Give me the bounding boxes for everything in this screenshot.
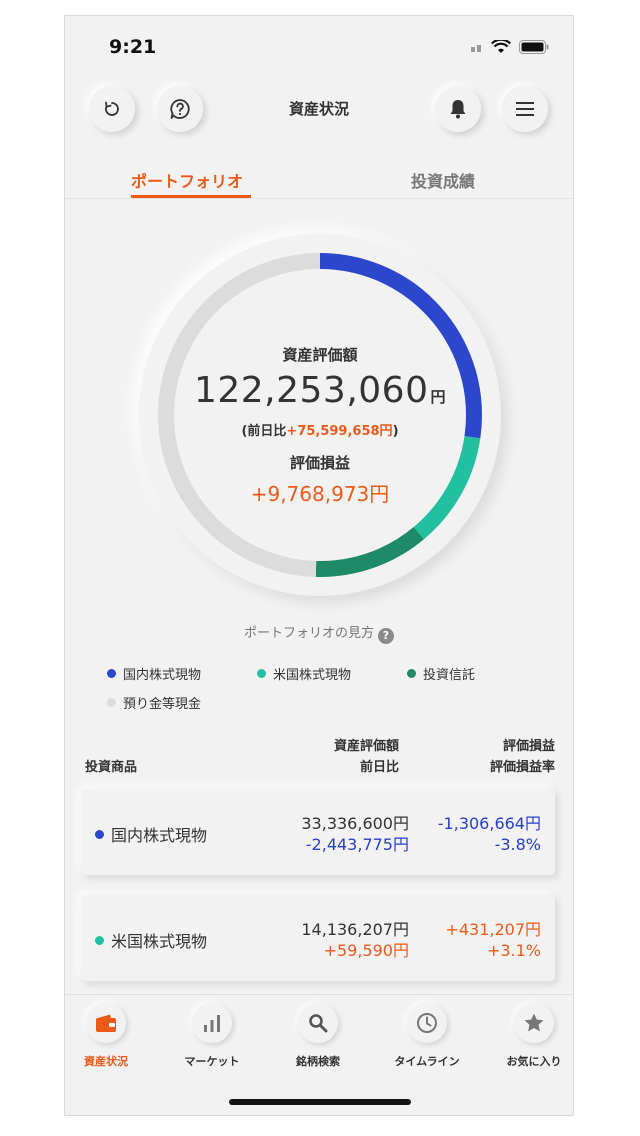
prev-day-line: (前日比+75,599,658円) — [139, 420, 501, 439]
valuation-value: 122,253,060 — [193, 370, 429, 411]
row-gain: -1,306,664円 — [437, 814, 541, 833]
status-bar: 9:21 — [65, 16, 573, 76]
row-gain: +431,207円 — [445, 920, 541, 939]
nav-label: マーケット — [184, 1055, 240, 1068]
legend-item-domestic-stock: 国内株式現物 — [107, 664, 201, 683]
donut-svg — [158, 253, 482, 577]
bell-icon — [450, 100, 466, 119]
star-icon — [524, 1013, 544, 1032]
legend-label: 預り金等現金 — [123, 697, 202, 712]
row-gain-col: -1,306,664円 -3.8% — [438, 813, 541, 855]
legend-dot — [107, 669, 116, 678]
portfolio-donut-chart: 資産評価額 122,253,060 円 (前日比+75,599,658円) 評価損… — [139, 234, 501, 596]
row-name: 国内株式現物 — [95, 822, 207, 846]
table-header-product: 投資商品 — [85, 760, 138, 775]
row-gain-rate: -3.8% — [494, 835, 541, 854]
legend-label: 国内株式現物 — [123, 668, 202, 683]
menu-button[interactable] — [502, 86, 548, 132]
status-time: 9:21 — [109, 36, 157, 58]
header-gain: 評価損益 — [502, 739, 555, 754]
bottom-navigation: 資産状況 マーケット 銘柄検索 タイムライン お気に入り — [65, 994, 573, 1115]
status-indicators — [471, 40, 549, 54]
nav-assets[interactable]: 資産状況 — [65, 1003, 157, 1069]
table-row[interactable]: 米国株式現物 14,136,207円 +59,590円 +431,207円 +3… — [81, 895, 555, 981]
row-dot — [95, 829, 104, 839]
row-gain-rate: +3.1% — [486, 941, 541, 960]
valuation-unit: 円 — [430, 388, 447, 406]
wallet-icon — [96, 1014, 116, 1032]
tab-portfolio[interactable]: ポートフォリオ — [131, 168, 243, 192]
legend-item-investment-trust: 投資信託 — [407, 664, 475, 683]
signal-icon — [471, 45, 481, 52]
nav-market[interactable]: マーケット — [161, 1003, 263, 1069]
legend-dot — [107, 698, 116, 707]
header-prev-day: 前日比 — [359, 760, 399, 775]
header-gain-rate: 評価損益率 — [489, 760, 555, 775]
tab-performance[interactable]: 投資成績 — [411, 168, 475, 192]
notifications-button[interactable] — [435, 86, 481, 132]
home-indicator — [229, 1099, 411, 1105]
row-name: 米国株式現物 — [95, 928, 207, 952]
nav-icon-wrap — [192, 1003, 232, 1043]
nav-icon-wrap — [514, 1003, 554, 1043]
row-prev-day: -2,443,775円 — [305, 835, 409, 854]
search-icon — [309, 1014, 328, 1033]
legend-dot — [257, 669, 266, 678]
table-header-valuation: 資産評価額 前日比 — [334, 736, 399, 778]
table-row[interactable]: 国内株式現物 33,336,600円 -2,443,775円 -1,306,66… — [81, 789, 555, 875]
table-header-gain: 評価損益 評価損益率 — [490, 736, 555, 778]
nav-icon-wrap — [407, 1003, 447, 1043]
clock-icon — [417, 1013, 437, 1033]
nav-favorites[interactable]: お気に入り — [483, 1003, 573, 1069]
row-gain-col: +431,207円 +3.1% — [445, 919, 541, 961]
legend-dot — [407, 669, 416, 678]
hamburger-menu-icon — [516, 102, 534, 116]
legend-label: 米国株式現物 — [273, 668, 352, 683]
bar-chart-icon — [204, 1015, 220, 1032]
nav-label: 銘柄検索 — [296, 1055, 340, 1068]
nav-icon-wrap — [298, 1003, 338, 1043]
nav-label: お気に入り — [506, 1055, 562, 1068]
howto-label: ポートフォリオの見方 — [243, 626, 374, 641]
row-valuation-col: 14,136,207円 +59,590円 — [301, 919, 409, 961]
nav-search[interactable]: 銘柄検索 — [267, 1003, 369, 1069]
row-dot — [95, 935, 104, 945]
nav-label: 資産状況 — [84, 1055, 128, 1068]
tab-bar: ポートフォリオ 投資成績 — [65, 164, 573, 199]
nav-timeline[interactable]: タイムライン — [376, 1003, 478, 1069]
question-icon: ? — [378, 628, 394, 644]
battery-icon — [519, 40, 549, 54]
row-valuation: 14,136,207円 — [301, 920, 409, 939]
legend-item-us-stock: 米国株式現物 — [257, 664, 351, 683]
nav-icon-wrap — [86, 1003, 126, 1043]
row-valuation: 33,336,600円 — [301, 814, 409, 833]
wifi-icon — [491, 40, 511, 53]
valuation-value-line: 122,253,060 円 — [139, 370, 501, 411]
prev-day-value: +75,599,658円 — [286, 424, 393, 439]
row-name-label: 国内株式現物 — [111, 826, 208, 845]
header-valuation: 資産評価額 — [333, 739, 399, 754]
row-valuation-col: 33,336,600円 -2,443,775円 — [301, 813, 409, 855]
valuation-label: 資産評価額 — [282, 346, 358, 364]
legend-label: 投資信託 — [423, 668, 476, 683]
row-name-label: 米国株式現物 — [111, 932, 208, 951]
prev-day-prefix: (前日比 — [241, 424, 287, 439]
prev-day-suffix: ) — [392, 424, 399, 439]
phone-screen: 9:21 資産状況 ポートフォリオ 投資成績 資産評価額 122,253,060… — [64, 15, 574, 1116]
row-prev-day: +59,590円 — [323, 941, 409, 960]
gain-label: 評価損益 — [289, 454, 350, 472]
active-tab-indicator — [131, 195, 251, 198]
nav-label: タイムライン — [394, 1055, 460, 1068]
gain-value: +9,768,973円 — [250, 482, 390, 506]
portfolio-howto-link[interactable]: ポートフォリオの見方? — [65, 622, 573, 644]
page-title: 資産状況 — [288, 100, 349, 118]
legend-item-cash: 預り金等現金 — [107, 693, 201, 712]
